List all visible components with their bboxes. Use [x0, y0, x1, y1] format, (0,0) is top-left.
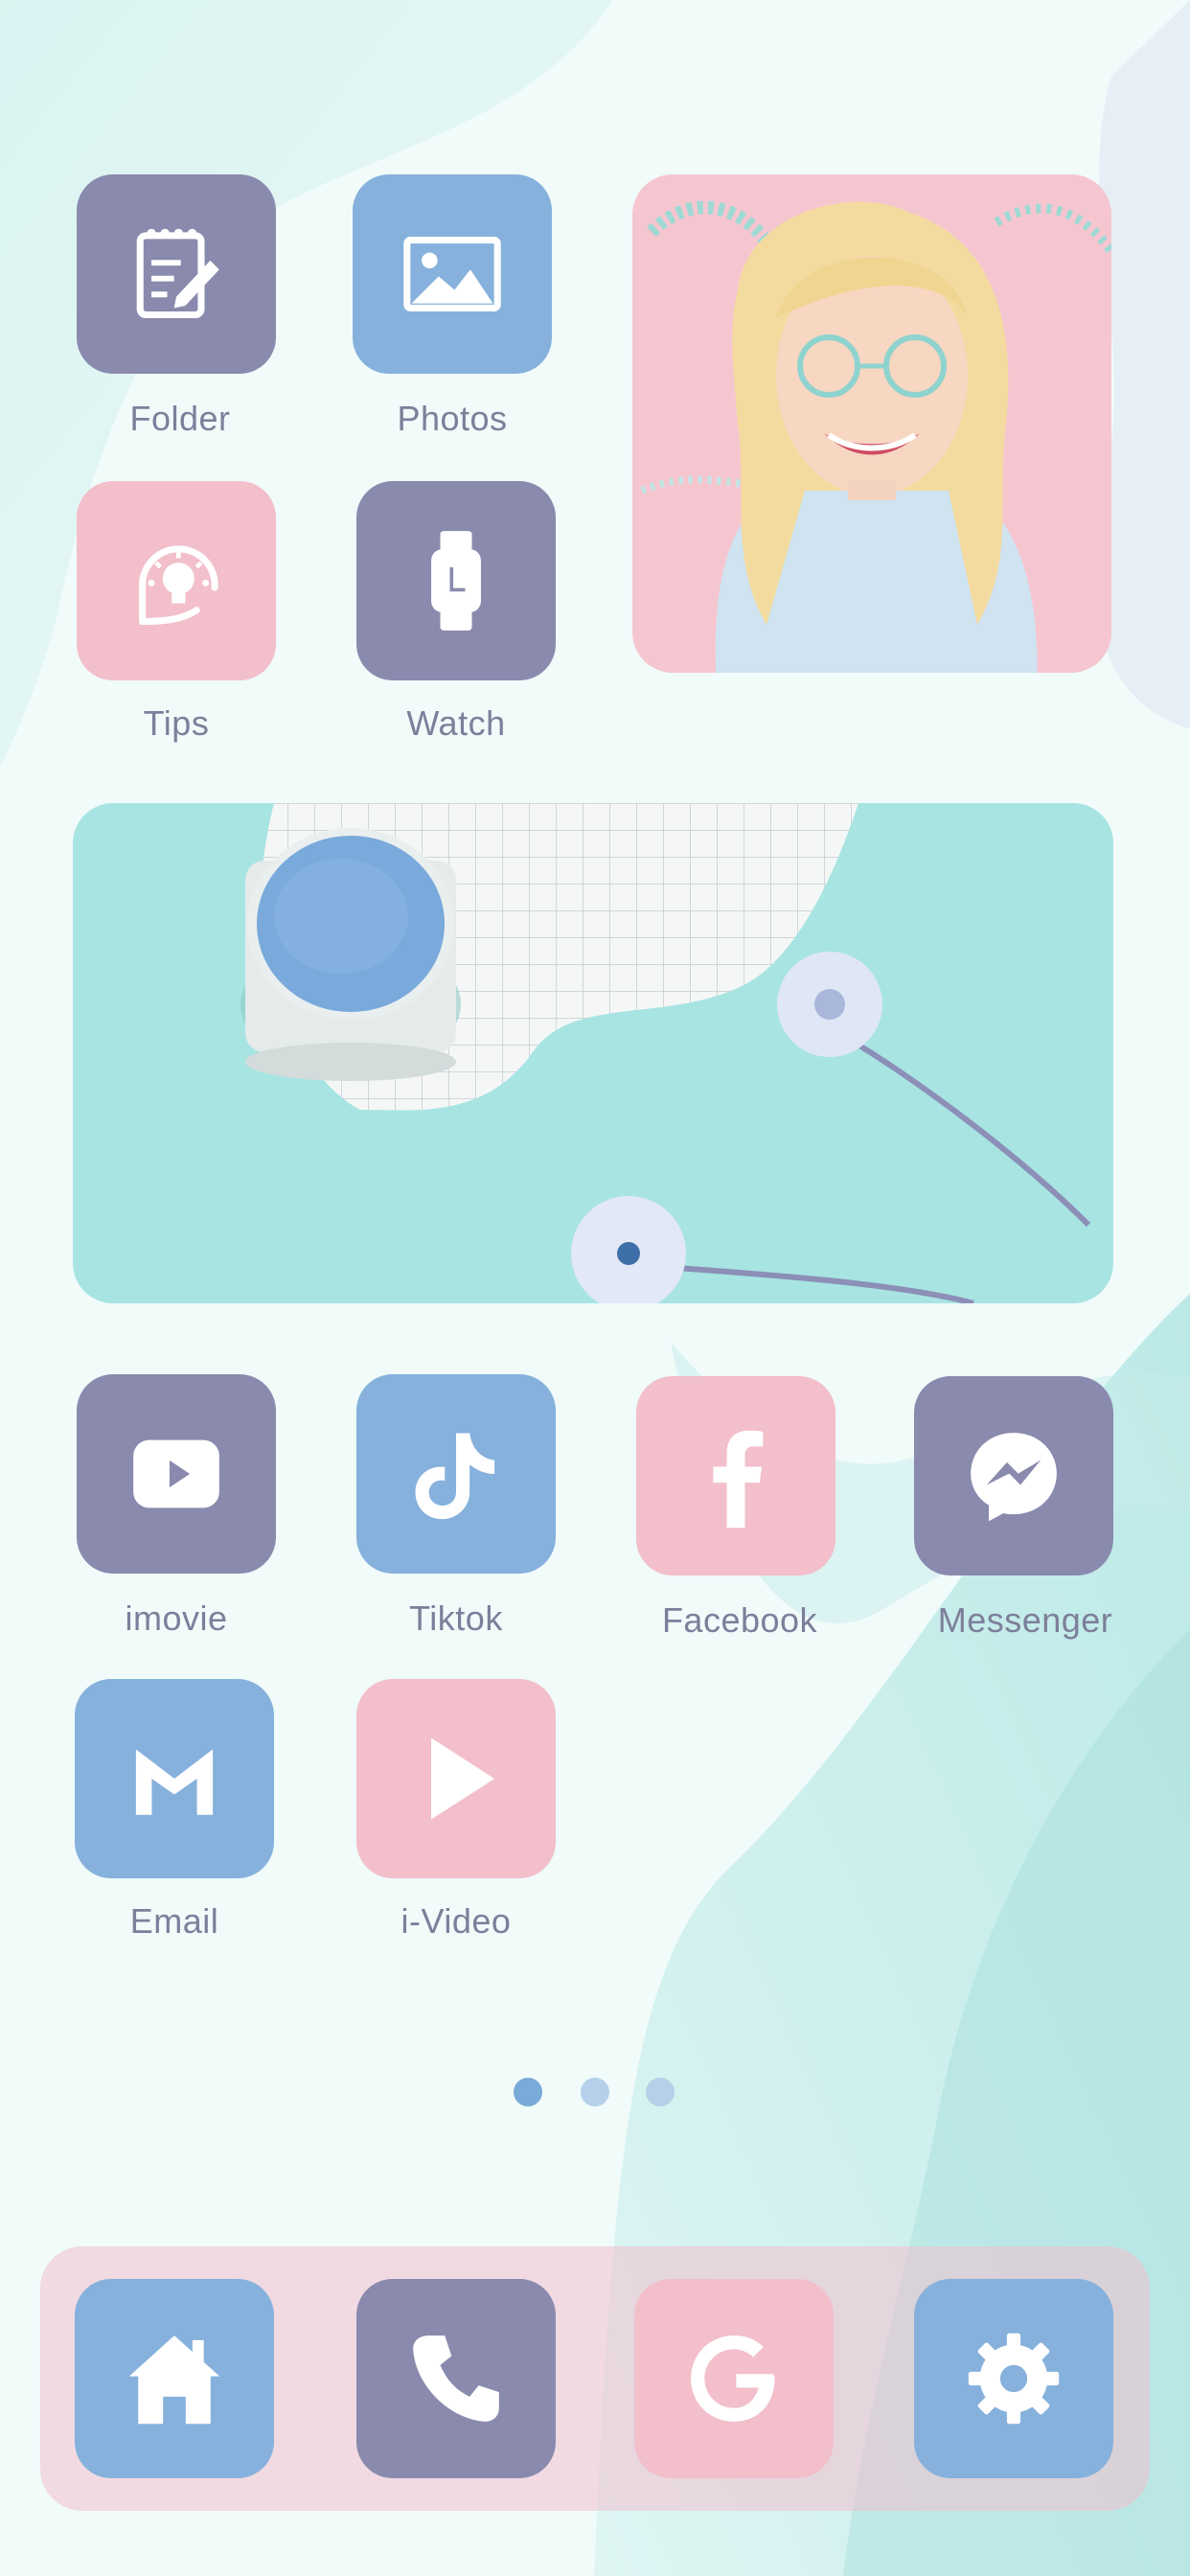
gear-icon: [968, 2333, 1060, 2425]
email-label: Email: [129, 1901, 219, 1941]
image-icon: [403, 237, 501, 311]
coffee-photo: [73, 803, 1113, 1303]
page-dot-3[interactable]: [646, 2078, 675, 2106]
messenger-label: Messenger: [937, 1600, 1113, 1640]
watch-app-icon[interactable]: [356, 481, 556, 680]
play-box-icon: [133, 1439, 219, 1508]
house-icon: [128, 2335, 220, 2425]
phone-icon: [413, 2335, 499, 2422]
lightbulb-icon: [139, 545, 218, 626]
messenger-icon: [971, 1433, 1057, 1522]
messenger-app-icon[interactable]: [914, 1376, 1113, 1576]
watch-icon: [431, 531, 481, 631]
facebook-icon: [713, 1430, 764, 1529]
dock-settings-app[interactable]: [914, 2279, 1113, 2478]
facebook-label: Facebook: [661, 1600, 818, 1640]
page-dot-1[interactable]: [514, 2078, 542, 2106]
dock-home-app[interactable]: [75, 2279, 274, 2478]
dock-phone-app[interactable]: [356, 2279, 556, 2478]
facebook-app-icon[interactable]: [636, 1376, 835, 1576]
mail-m-icon: [135, 1749, 214, 1815]
imovie-label: imovie: [125, 1598, 228, 1638]
tips-label: Tips: [143, 703, 210, 743]
ivideo-label: i-Video: [400, 1901, 512, 1941]
tips-app-icon[interactable]: [77, 481, 276, 680]
dock-google-app[interactable]: [634, 2279, 834, 2478]
page-dot-2[interactable]: [581, 2078, 609, 2106]
ivideo-app-icon[interactable]: [356, 1679, 556, 1878]
portrait-photo-widget[interactable]: [632, 174, 1111, 673]
watch-label: Watch: [406, 703, 506, 743]
google-g-icon: [691, 2335, 775, 2422]
notepad-icon: [136, 228, 219, 319]
folder-label: Folder: [129, 399, 231, 438]
portrait-photo: [632, 174, 1111, 673]
tiktok-icon: [415, 1433, 495, 1520]
play-triangle-icon: [431, 1737, 495, 1820]
folder-app-icon[interactable]: [77, 174, 276, 374]
coffee-photo-widget[interactable]: [73, 803, 1113, 1303]
photos-label: Photos: [397, 399, 508, 438]
imovie-app-icon[interactable]: [77, 1374, 276, 1574]
photos-app-icon[interactable]: [353, 174, 552, 374]
tiktok-app-icon[interactable]: [356, 1374, 556, 1574]
tiktok-label: Tiktok: [409, 1598, 503, 1638]
email-app-icon[interactable]: [75, 1679, 274, 1878]
